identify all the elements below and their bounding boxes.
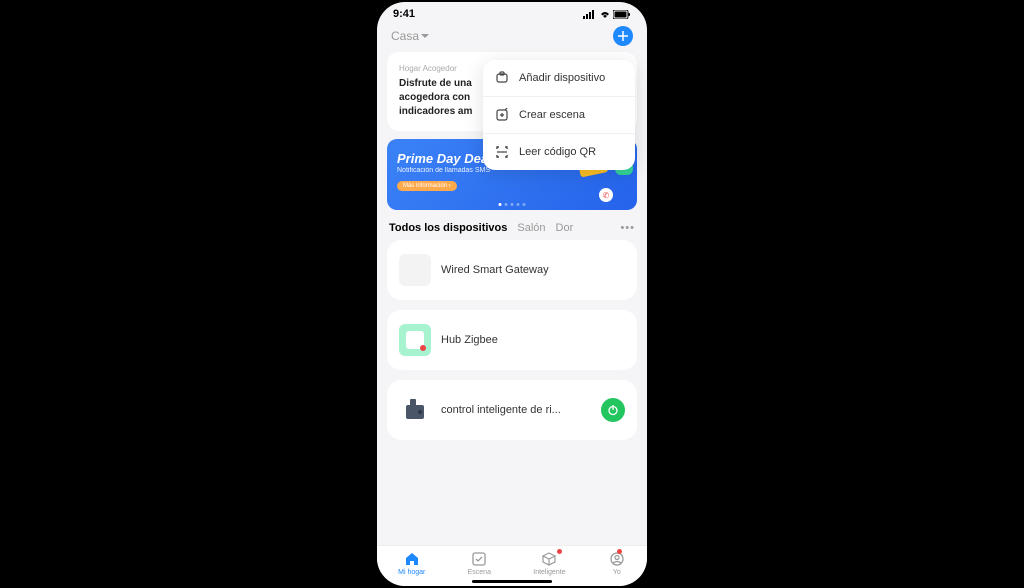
add-dropdown: Añadir dispositivo Crear escena Leer cód… [483, 60, 635, 170]
tab-room-salon[interactable]: Salón [517, 222, 545, 234]
dropdown-label: Leer código QR [519, 146, 596, 158]
qr-icon [495, 145, 509, 159]
device-gateway-icon [399, 254, 431, 286]
tab-all-devices[interactable]: Todos los dispositivos [389, 222, 507, 234]
battery-icon [613, 10, 631, 19]
device-card[interactable]: Wired Smart Gateway [387, 240, 637, 300]
power-icon [607, 404, 619, 416]
dropdown-create-scene[interactable]: Crear escena [483, 97, 635, 134]
dropdown-add-device[interactable]: Añadir dispositivo [483, 60, 635, 97]
promo-cta-button[interactable]: Más información › [397, 181, 457, 191]
device-name: Wired Smart Gateway [441, 264, 625, 276]
home-icon [403, 550, 421, 568]
device-card[interactable]: Hub Zigbee [387, 310, 637, 370]
home-label: Casa [391, 29, 419, 43]
tabbar-smart[interactable]: Inteligente [533, 550, 565, 576]
device-name: Hub Zigbee [441, 334, 625, 346]
wifi-icon [599, 10, 611, 19]
tabbar-label: Yo [613, 569, 621, 576]
room-tabs: Todos los dispositivos Salón Dor ••• [387, 220, 637, 240]
status-indicators [583, 10, 631, 19]
home-indicator[interactable] [472, 580, 552, 583]
carousel-dots [499, 203, 526, 206]
device-name: control inteligente de ri... [441, 404, 591, 416]
tabbar-label: Inteligente [533, 569, 565, 576]
tabbar-me[interactable]: Yo [608, 550, 626, 576]
tabbar-home[interactable]: Mi hogar [398, 550, 425, 576]
cube-icon [540, 550, 558, 568]
tabbar-label: Escena [468, 569, 491, 576]
cellular-icon [583, 10, 597, 19]
device-power-button[interactable] [601, 398, 625, 422]
add-button[interactable] [613, 26, 633, 46]
dropdown-label: Crear escena [519, 109, 585, 121]
dropdown-label: Añadir dispositivo [519, 72, 605, 84]
status-bar: 9:41 [377, 2, 647, 22]
header-row: Casa [377, 22, 647, 52]
tab-room-dor[interactable]: Dor [556, 222, 574, 234]
plus-icon [618, 31, 628, 41]
chevron-down-icon [421, 34, 429, 39]
notification-badge [557, 549, 562, 554]
phone-frame: 9:41 Casa Añadir dispositivo Crear escen… [377, 2, 647, 586]
notification-badge [617, 549, 622, 554]
device-icon [495, 71, 509, 85]
device-controller-icon [399, 394, 431, 426]
tabbar-scene[interactable]: Escena [468, 550, 491, 576]
scene-icon [495, 108, 509, 122]
dropdown-scan-qr[interactable]: Leer código QR [483, 134, 635, 170]
checklist-icon [470, 550, 488, 568]
tabbar-label: Mi hogar [398, 569, 425, 576]
tab-more-button[interactable]: ••• [620, 222, 635, 234]
home-selector[interactable]: Casa [391, 29, 429, 43]
status-time: 9:41 [393, 8, 415, 20]
device-hub-icon [399, 324, 431, 356]
device-card[interactable]: control inteligente de ri... [387, 380, 637, 440]
